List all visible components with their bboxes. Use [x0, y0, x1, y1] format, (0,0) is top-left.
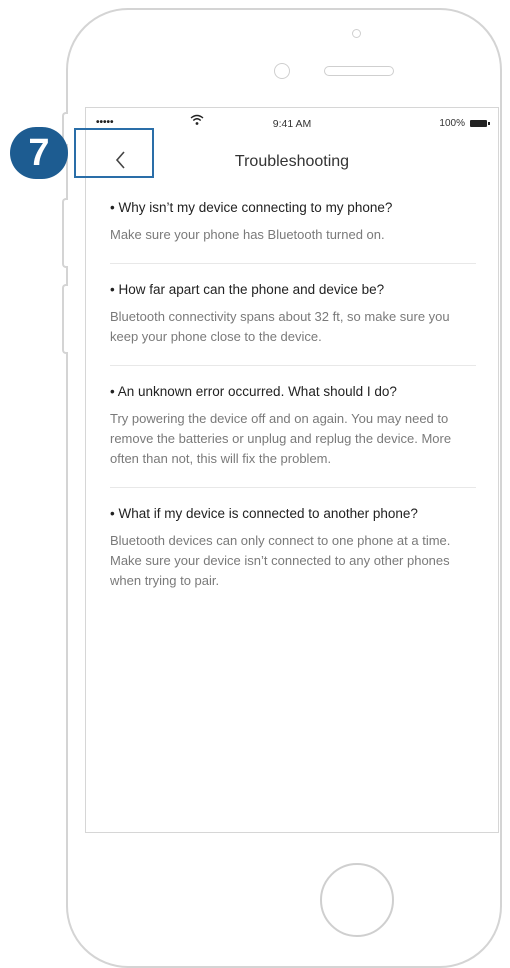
battery-icon — [470, 120, 490, 127]
faq-answer: Bluetooth devices can only connect to on… — [110, 533, 451, 588]
volume-up-button — [62, 198, 68, 268]
home-button[interactable] — [320, 863, 394, 937]
front-camera — [274, 63, 290, 79]
battery-percent: 100% — [439, 118, 465, 129]
faq-item: • Why isn’t my device connecting to my p… — [110, 198, 476, 264]
faq-answer: Try powering the device off and on again… — [110, 411, 452, 466]
faq-answer: Bluetooth connectivity spans about 32 ft… — [110, 309, 450, 344]
faq-question: • What if my device is connected to anot… — [110, 506, 418, 521]
volume-down-button — [62, 284, 68, 354]
faq-question: • Why isn’t my device connecting to my p… — [110, 200, 393, 215]
back-button-highlight — [74, 128, 154, 178]
app-screen: ••••• 9:41 AM 100% Troubleshooting • Why… — [85, 107, 499, 833]
faq-question: • How far apart can the phone and device… — [110, 282, 385, 297]
step-number-badge: 7 — [10, 127, 68, 179]
faq-item: • What if my device is connected to anot… — [110, 504, 476, 609]
faq-question: • An unknown error occurred. What should… — [110, 384, 397, 399]
faq-answer: Make sure your phone has Bluetooth turne… — [110, 227, 385, 242]
faq-item: • How far apart can the phone and device… — [110, 280, 476, 366]
faq-list: • Why isn’t my device connecting to my p… — [110, 198, 476, 625]
proximity-sensor — [352, 29, 361, 38]
faq-item: • An unknown error occurred. What should… — [110, 382, 476, 488]
earpiece-speaker — [324, 66, 394, 76]
